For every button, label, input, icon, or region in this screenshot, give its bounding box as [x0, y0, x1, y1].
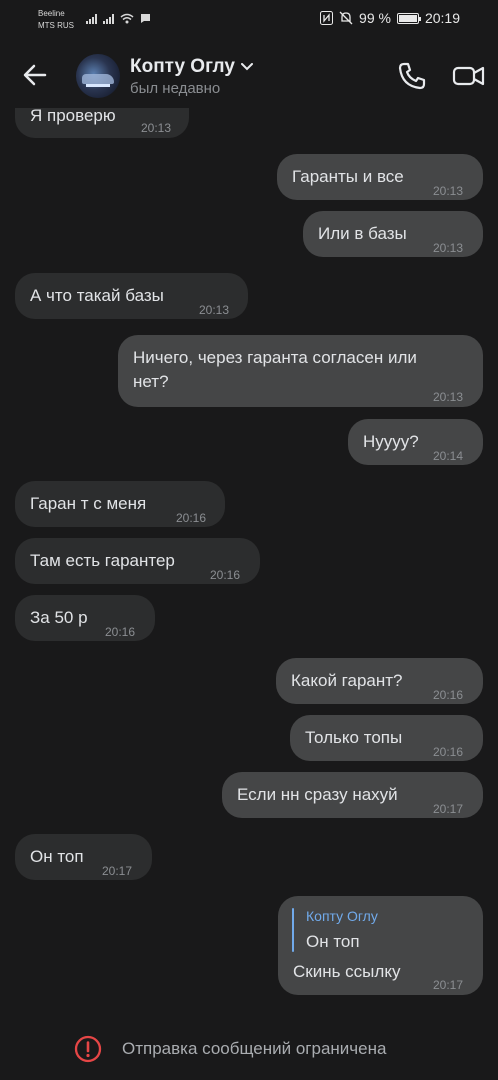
message-text: Я проверю	[30, 106, 116, 125]
message-text: Там есть гарантер	[30, 551, 175, 570]
message-outgoing[interactable]: Ничего, через гаранта согласен или нет? …	[118, 335, 483, 407]
message-outgoing[interactable]: Нуууу? 20:14	[348, 419, 483, 465]
video-camera-icon[interactable]	[452, 60, 486, 92]
message-time: 20:13	[433, 184, 464, 198]
message-text: Скинь ссылку	[293, 962, 401, 981]
message-text: Если нн сразу нахуй	[237, 785, 398, 804]
reply-text: Он топ	[306, 932, 360, 951]
message-incoming[interactable]: А что такай базы 20:13	[15, 273, 248, 319]
messenger-icon	[141, 14, 150, 23]
message-time: 20:16	[105, 625, 136, 639]
message-outgoing[interactable]: Если нн сразу нахуй 20:17	[222, 772, 483, 818]
message-text: А что такай базы	[30, 286, 164, 305]
message-time: 20:16	[210, 568, 241, 582]
mute-bell-icon	[339, 11, 353, 25]
phone-icon[interactable]	[396, 60, 428, 92]
message-text: Гаранты и все	[292, 167, 404, 186]
message-outgoing[interactable]: Только топы 20:16	[290, 715, 483, 761]
carrier-2: MTS RUS	[38, 21, 74, 30]
messaging-restricted-banner: Отправка сообщений ограничена	[0, 1028, 498, 1070]
avatar[interactable]	[76, 54, 120, 98]
battery-percent: 99 %	[359, 10, 391, 26]
message-text: Какой гарант?	[291, 671, 403, 690]
message-incoming[interactable]: Гаран т с меня 20:16	[15, 481, 225, 527]
message-time: 20:16	[433, 745, 464, 759]
message-time: 20:13	[433, 241, 464, 255]
carrier-1: Beeline	[38, 9, 65, 18]
message-time: 20:16	[433, 688, 464, 702]
carrier-info: Beeline MTS RUS	[38, 8, 74, 32]
message-time: 20:17	[102, 864, 133, 878]
message-time: 20:14	[433, 449, 464, 463]
nfc-icon	[320, 11, 334, 25]
message-incoming[interactable]: Он топ 20:17	[15, 834, 152, 880]
message-text-line-2: нет?	[133, 372, 169, 391]
message-incoming[interactable]: Там есть гарантер 20:16	[15, 538, 260, 584]
message-outgoing-with-reply[interactable]: Копту Оглу Он топ Скинь ссылку 20:17	[278, 896, 483, 995]
message-text: Или в базы	[318, 224, 407, 243]
message-time: 20:13	[433, 390, 464, 404]
signal-1-icon	[86, 14, 97, 24]
message-outgoing[interactable]: Или в базы 20:13	[303, 211, 483, 257]
message-text: Только топы	[305, 728, 403, 747]
message-time: 20:13	[141, 121, 172, 135]
signal-2-icon	[103, 14, 114, 24]
message-time: 20:17	[433, 802, 464, 816]
message-outgoing[interactable]: Какой гарант? 20:16	[276, 658, 483, 704]
restriction-text: Отправка сообщений ограничена	[122, 1039, 387, 1058]
message-text-line-1: Ничего, через гаранта согласен или	[133, 348, 417, 367]
back-arrow-icon[interactable]	[20, 60, 50, 90]
message-text: За 50 р	[30, 608, 88, 627]
reply-quote-bar	[292, 908, 294, 952]
message-text: Гаран т с меня	[30, 494, 147, 513]
message-time: 20:16	[176, 511, 207, 525]
last-seen-status: был недавно	[130, 80, 221, 97]
chat-header: Копту Оглу был недавно	[0, 40, 498, 108]
message-outgoing[interactable]: Гаранты и все 20:13	[277, 154, 483, 200]
wifi-icon	[120, 13, 134, 24]
message-time: 20:17	[433, 978, 464, 992]
contact-name: Копту Оглу	[130, 56, 235, 77]
chevron-down-icon	[240, 63, 253, 71]
message-time: 20:13	[199, 303, 230, 317]
message-text: Нуууу?	[363, 432, 419, 451]
contact-name-row[interactable]: Копту Оглу	[130, 56, 253, 78]
battery-icon	[396, 12, 421, 24]
clock: 20:19	[424, 10, 460, 26]
message-text: Он топ	[30, 847, 84, 866]
message-incoming[interactable]: За 50 р 20:16	[15, 595, 155, 641]
alert-circle-icon	[74, 1035, 102, 1063]
status-bar: Beeline MTS RUS 99 % 20:19	[0, 0, 498, 40]
reply-author: Копту Оглу	[306, 908, 378, 924]
